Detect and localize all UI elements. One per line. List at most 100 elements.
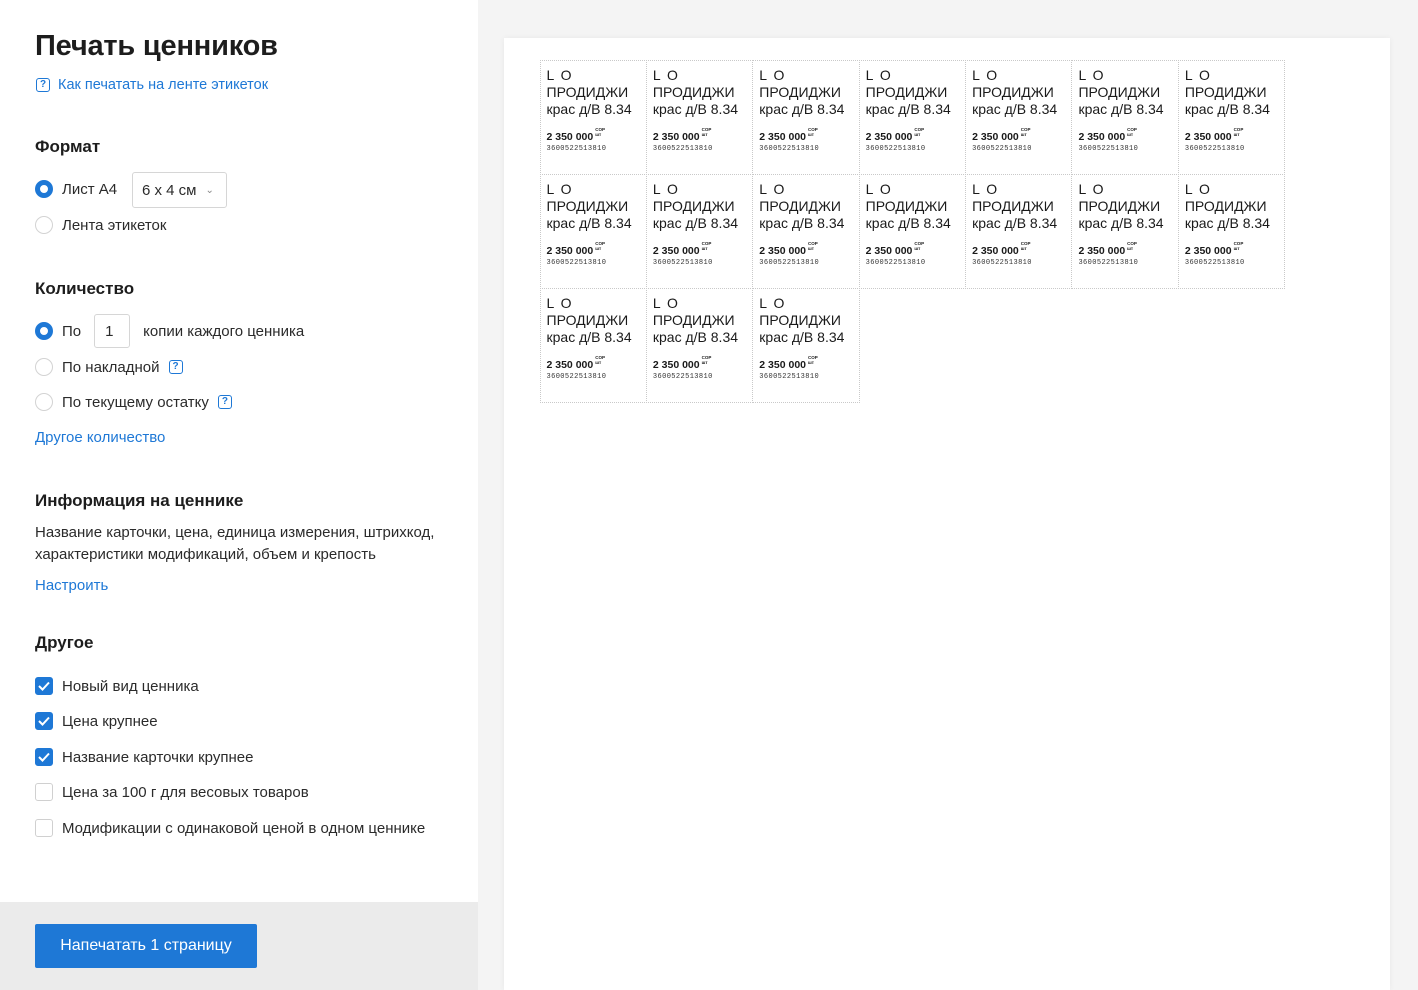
tag-price: 2 350 000COP шт xyxy=(972,127,1030,143)
print-button[interactable]: Напечатать 1 страницу xyxy=(35,924,257,968)
tag-brand: L O xyxy=(865,180,893,197)
tag-currency: COP шт xyxy=(1234,127,1244,137)
label-size-value: 6 х 4 см xyxy=(142,181,197,199)
checkbox-price-per-100g[interactable]: Цена за 100 г для весовых товаров xyxy=(35,783,309,801)
checkmark-icon xyxy=(38,681,50,691)
tag-price: 2 350 000COP шт xyxy=(547,127,605,143)
question-icon[interactable]: ? xyxy=(168,360,183,374)
tag-brand: L O xyxy=(865,66,893,83)
tag-currency: COP шт xyxy=(1127,127,1137,137)
tag-name-line1: ПРОДИДЖИ xyxy=(652,83,735,100)
tag-currency: COP шт xyxy=(914,241,924,251)
tag-name-line2: крас д/В 8.34 xyxy=(759,328,845,345)
print-price-tags-page: Печать ценников ? Как печатать на ленте … xyxy=(0,0,1418,990)
checkbox-checked[interactable] xyxy=(35,748,53,766)
checkbox-checked[interactable] xyxy=(35,677,53,695)
tag-price: 2 350 000COP шт xyxy=(759,355,817,371)
tag-price: 2 350 000COP шт xyxy=(653,241,711,257)
radio-button-selected[interactable] xyxy=(35,180,53,198)
tag-currency-bottom: шт xyxy=(914,131,921,137)
tag-brand: L O xyxy=(759,294,786,311)
checkbox-larger-name[interactable]: Название карточки крупнее xyxy=(35,748,253,766)
price-tag-preview: L O ПРОДИДЖИ крас д/В 8.34 2 350 000COP шт 36… xyxy=(752,287,860,403)
help-link-label-tape[interactable]: ? Как печатать на ленте этикеток xyxy=(36,77,268,93)
tag-currency-bottom: шт xyxy=(701,245,708,251)
tag-price: 2 350 000COP шт xyxy=(1078,127,1136,143)
tag-price: 2 350 000COP шт xyxy=(1185,241,1243,257)
radio-label: По накладной xyxy=(62,358,160,376)
configure-link[interactable]: Настроить xyxy=(35,577,108,594)
tag-barcode: 3600522513810 xyxy=(546,372,607,381)
radio-format-a4[interactable]: Лист A4 xyxy=(35,180,117,198)
action-footer: Напечатать 1 страницу xyxy=(0,902,478,990)
label-size-select[interactable]: 6 х 4 см ⌄ xyxy=(132,172,227,208)
radio-quantity-stock[interactable]: По текущему остатку ? xyxy=(35,393,232,411)
tag-price-value: 2 350 000 xyxy=(865,244,913,257)
tag-price-value: 2 350 000 xyxy=(652,358,700,371)
question-icon[interactable]: ? xyxy=(217,395,232,409)
radio-label-suffix: копии каждого ценника xyxy=(143,322,305,340)
tag-name-line2: крас д/В 8.34 xyxy=(1078,214,1164,231)
tag-price-value: 2 350 000 xyxy=(546,130,594,143)
radio-button[interactable] xyxy=(35,393,53,411)
price-tag-preview: L O ПРОДИДЖИ крас д/В 8.34 2 350 000COP шт 36… xyxy=(858,59,967,175)
section-title-info: Информация на ценнике xyxy=(35,491,244,510)
tag-currency: COP шт xyxy=(914,127,924,137)
tag-brand: L O xyxy=(652,180,680,197)
radio-format-tape[interactable]: Лента этикеток xyxy=(35,216,166,234)
tag-brand: L O xyxy=(972,180,999,197)
tag-brand: L O xyxy=(652,66,680,83)
tag-currency: COP шт xyxy=(1127,241,1137,251)
tag-currency: COP шт xyxy=(808,127,818,137)
checkbox-unchecked[interactable] xyxy=(35,783,53,801)
radio-button[interactable] xyxy=(35,358,53,376)
tag-price: 2 350 000COP шт xyxy=(972,241,1030,257)
tag-currency-bottom: шт xyxy=(808,131,814,137)
tag-brand: L O xyxy=(546,66,574,83)
tag-barcode: 3600522513810 xyxy=(546,144,607,153)
tag-name-line2: крас д/В 8.34 xyxy=(759,100,845,117)
tag-name-line2: крас д/В 8.34 xyxy=(546,214,632,231)
price-tag-preview: L O ПРОДИДЖИ крас д/В 8.34 2 350 000COP шт 36… xyxy=(965,173,1073,289)
checkbox-new-tag-style[interactable]: Новый вид ценника xyxy=(35,677,199,695)
price-tag-preview: L O ПРОДИДЖИ крас д/В 8.34 2 350 000COP шт 36… xyxy=(539,173,647,289)
checkbox-unchecked[interactable] xyxy=(35,819,53,837)
copies-count-input[interactable] xyxy=(94,314,131,348)
tag-name-line2: крас д/В 8.34 xyxy=(652,328,739,345)
tag-currency-bottom: шт xyxy=(701,359,708,365)
tag-currency-bottom: шт xyxy=(1233,131,1240,137)
tag-barcode: 3600522513810 xyxy=(1184,258,1245,267)
radio-quantity-per-item[interactable]: По копии каждого ценника xyxy=(35,314,304,348)
price-tag-preview: L O ПРОДИДЖИ крас д/В 8.34 2 350 000COP шт 36… xyxy=(1071,173,1179,289)
checkbox-merge-modifications[interactable]: Модификации с одинаковой ценой в одном ц… xyxy=(35,819,425,837)
radio-button[interactable] xyxy=(35,216,53,234)
tag-price-value: 2 350 000 xyxy=(972,244,1019,257)
radio-label: По текущему остатку xyxy=(62,393,209,411)
tag-barcode: 3600522513810 xyxy=(865,144,926,153)
tag-currency-bottom: шт xyxy=(701,131,708,137)
tag-brand: L O xyxy=(1078,180,1105,197)
price-tag-preview: L O ПРОДИДЖИ крас д/В 8.34 2 350 000COP шт 36… xyxy=(858,173,967,289)
tag-price-value: 2 350 000 xyxy=(652,244,700,257)
radio-button-selected[interactable] xyxy=(35,322,53,340)
tag-currency: COP шт xyxy=(702,355,712,365)
tag-barcode: 3600522513810 xyxy=(546,258,607,267)
radio-quantity-invoice[interactable]: По накладной ? xyxy=(35,358,183,376)
tag-name-line1: ПРОДИДЖИ xyxy=(759,83,841,100)
tag-price: 2 350 000COP шт xyxy=(1185,127,1243,143)
tag-price: 2 350 000COP шт xyxy=(759,127,817,143)
tag-barcode: 3600522513810 xyxy=(759,372,820,381)
checkbox-label: Новый вид ценника xyxy=(62,677,199,695)
checkbox-label: Цена крупнее xyxy=(62,712,158,730)
other-quantity-link[interactable]: Другое количество xyxy=(35,429,165,446)
checkbox-larger-price[interactable]: Цена крупнее xyxy=(35,712,158,730)
tag-brand: L O xyxy=(1184,66,1212,83)
tag-price-value: 2 350 000 xyxy=(759,358,806,371)
settings-panel: Печать ценников ? Как печатать на ленте … xyxy=(0,0,478,990)
page-title: Печать ценников xyxy=(35,30,278,62)
tag-currency: COP шт xyxy=(1021,241,1031,251)
price-tag-preview: L O ПРОДИДЖИ крас д/В 8.34 2 350 000COP шт 36… xyxy=(1071,59,1179,175)
tag-name-line1: ПРОДИДЖИ xyxy=(1078,83,1161,100)
tag-price: 2 350 000COP шт xyxy=(547,355,605,371)
checkbox-checked[interactable] xyxy=(35,712,53,730)
